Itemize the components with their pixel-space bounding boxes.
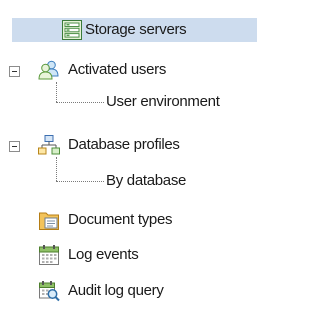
tree-connector xyxy=(56,82,57,102)
tree-connector xyxy=(56,157,57,181)
tree-item-label: Database profiles xyxy=(68,136,180,153)
tree-item-label: Log events xyxy=(68,246,139,263)
tree-item-label: User environment xyxy=(106,93,220,110)
users-group-icon xyxy=(38,60,59,80)
tree-item-log-events[interactable]: Log events xyxy=(62,243,139,267)
tree-item-user-environment[interactable]: User environment xyxy=(106,90,220,114)
audit-log-query-icon xyxy=(39,281,60,302)
server-list-icon xyxy=(62,20,82,40)
tree-item-label: Document types xyxy=(68,211,173,228)
tree-item-storage-servers[interactable]: Storage servers xyxy=(12,18,257,42)
tree-item-database-profiles[interactable]: Database profiles xyxy=(62,133,180,157)
document-types-icon xyxy=(39,212,59,230)
collapse-toggle-icon[interactable] xyxy=(9,66,20,77)
log-events-icon xyxy=(39,245,59,265)
network-database-icon xyxy=(38,135,60,155)
collapse-toggle-icon[interactable] xyxy=(9,141,20,152)
tree-item-label: Audit log query xyxy=(68,282,164,299)
tree-connector xyxy=(56,102,104,103)
tree-connector xyxy=(56,181,104,182)
tree-item-label: By database xyxy=(106,172,187,189)
tree-item-document-types[interactable]: Document types xyxy=(62,208,172,232)
tree-item-label: Storage servers xyxy=(85,21,187,38)
navigation-tree: Storage servers Activated users User env… xyxy=(0,0,257,318)
tree-item-audit-log-query[interactable]: Audit log query xyxy=(62,279,164,303)
tree-item-label: Activated users xyxy=(68,61,167,78)
tree-item-activated-users[interactable]: Activated users xyxy=(62,58,166,82)
tree-item-by-database[interactable]: By database xyxy=(106,169,186,193)
